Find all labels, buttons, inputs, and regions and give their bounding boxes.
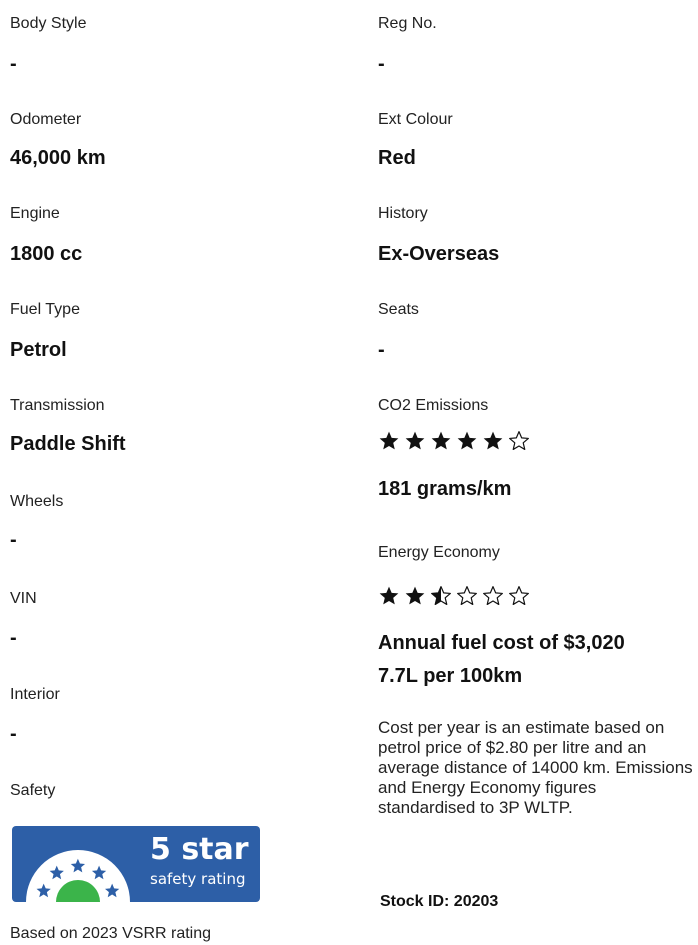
energy-economy-label: Energy Economy (378, 544, 500, 561)
safety-footnote: Based on 2023 VSRR rating (10, 925, 212, 942)
star-empty-icon (509, 586, 529, 606)
seats-value: - (378, 339, 385, 361)
star-filled-icon (431, 431, 451, 450)
fuel-type-label: Fuel Type (10, 301, 80, 318)
star-filled-icon (405, 431, 425, 450)
safety-badge-subtitle: safety rating (150, 870, 246, 888)
star-filled-icon (457, 431, 477, 450)
co2-emissions-value: 181 grams/km (378, 478, 512, 500)
energy-star-rating (378, 585, 530, 607)
cost-estimate-note: Cost per year is an estimate based on pe… (378, 718, 693, 817)
stock-id: Stock ID: 20203 (380, 893, 499, 910)
body-style-label: Body Style (10, 15, 87, 32)
wheels-label: Wheels (10, 493, 64, 510)
engine-value: 1800 cc (10, 243, 83, 265)
fuel-consumption: 7.7L per 100km (378, 665, 523, 687)
safety-stars-arc-icon (26, 850, 130, 902)
seats-label: Seats (378, 301, 419, 318)
star-filled-icon (483, 431, 503, 450)
vin-value: - (10, 627, 17, 649)
vin-label: VIN (10, 590, 37, 607)
reg-no-label: Reg No. (378, 15, 437, 32)
star-empty-icon (457, 586, 477, 606)
interior-label: Interior (10, 686, 60, 703)
transmission-label: Transmission (10, 397, 105, 414)
reg-no-value: - (378, 53, 385, 75)
wheels-value: - (10, 529, 17, 551)
star-filled-icon (379, 586, 399, 605)
vehicle-details: Body Style - Odometer 46,000 km Engine 1… (0, 0, 698, 945)
safety-badge-title: 5 star (150, 832, 249, 867)
engine-label: Engine (10, 205, 60, 222)
ext-colour-label: Ext Colour (378, 111, 453, 128)
star-filled-icon (379, 431, 399, 450)
history-label: History (378, 205, 428, 222)
odometer-label: Odometer (10, 111, 82, 128)
safety-label: Safety (10, 782, 56, 799)
fuel-type-value: Petrol (10, 339, 67, 361)
annual-fuel-cost: Annual fuel cost of $3,020 (378, 632, 625, 654)
star-empty-icon (483, 586, 503, 606)
transmission-value: Paddle Shift (10, 433, 126, 455)
co2-emissions-label: CO2 Emissions (378, 397, 489, 414)
safety-rating-badge: 5 star safety rating (12, 826, 260, 902)
odometer-value: 46,000 km (10, 147, 106, 169)
co2-star-rating (378, 430, 530, 452)
star-filled-icon (405, 586, 425, 605)
star-empty-icon (509, 431, 529, 451)
history-value: Ex-Overseas (378, 243, 500, 265)
ext-colour-value: Red (378, 147, 416, 169)
interior-value: - (10, 723, 17, 745)
body-style-value: - (10, 53, 17, 75)
star-half-icon (431, 586, 451, 606)
